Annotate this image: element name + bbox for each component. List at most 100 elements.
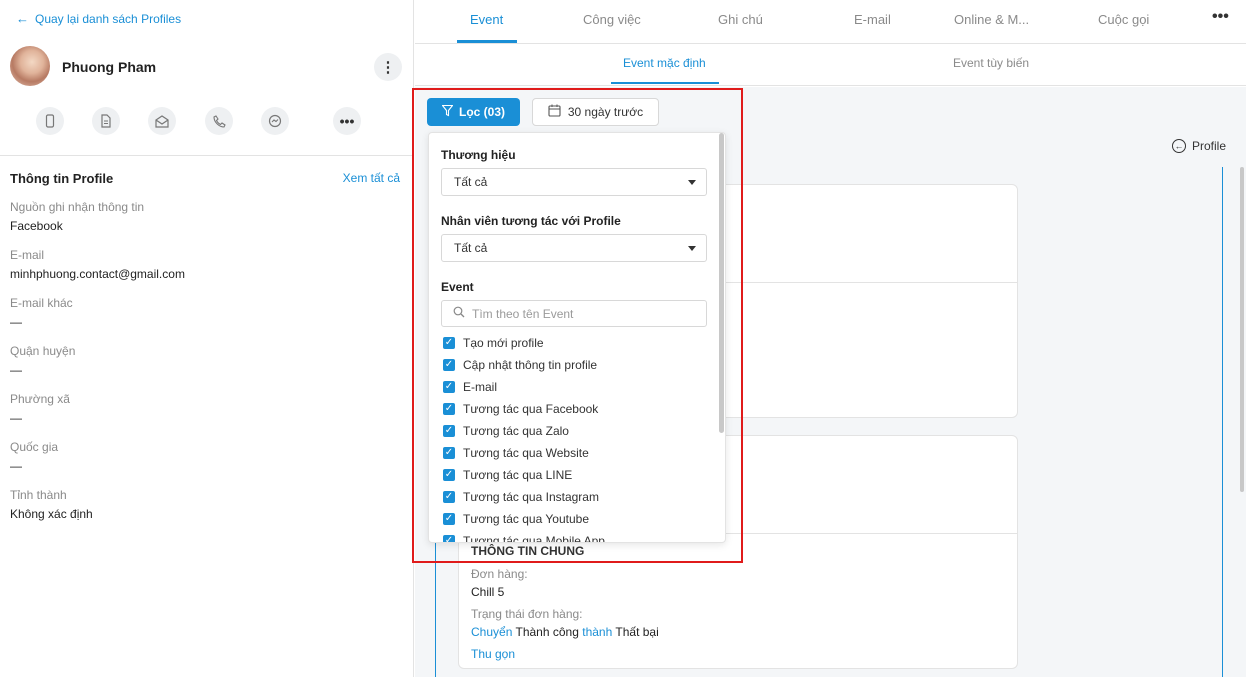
- divider: [0, 155, 414, 156]
- mail-open-icon[interactable]: [148, 107, 176, 135]
- field-source: Nguồn ghi nhận thông tin Facebook: [10, 200, 144, 233]
- field-value: Facebook: [10, 219, 63, 233]
- collapse-link[interactable]: Thu gọn: [471, 647, 515, 661]
- status-part: Thất bại: [615, 625, 659, 639]
- profile-name: Phuong Pham: [62, 59, 157, 75]
- event-option-label: Tương tác qua Youtube: [463, 512, 589, 526]
- checkbox-checked-icon: ✓: [443, 513, 455, 525]
- checkbox-checked-icon: ✓: [443, 381, 455, 393]
- checkbox-checked-icon: ✓: [443, 403, 455, 415]
- field-value: —: [10, 315, 22, 329]
- more-icon[interactable]: •••: [333, 107, 361, 135]
- event-option-label: Tương tác qua Website: [463, 446, 589, 460]
- back-label: Quay lại danh sách Profiles: [35, 11, 182, 26]
- event-search: [441, 300, 707, 327]
- filter-label: Lọc (03): [458, 105, 505, 119]
- event-option-label: Tương tác qua Facebook: [463, 402, 599, 416]
- field-label: Nguồn ghi nhận thông tin: [10, 200, 145, 214]
- event-option-label: Tương tác qua Mobile App: [463, 534, 605, 543]
- checkbox-checked-icon: ✓: [443, 425, 455, 437]
- checkbox-checked-icon: ✓: [443, 535, 455, 542]
- caret-down-icon: [688, 246, 696, 251]
- event-option-label: Tương tác qua LINE: [463, 468, 573, 482]
- scrollbar[interactable]: [1240, 167, 1244, 492]
- staff-select-value: Tất cả: [454, 241, 488, 255]
- tab-notes[interactable]: Ghi chú: [718, 12, 763, 27]
- event-checkbox-item[interactable]: ✓ Tương tác qua Zalo: [443, 423, 569, 439]
- status-value: Chuyển Thành công thành Thất bại: [471, 625, 659, 639]
- field-value: —: [10, 459, 22, 473]
- profile-link[interactable]: ← Profile: [1172, 139, 1226, 153]
- event-label: Event: [441, 280, 474, 294]
- messenger-icon[interactable]: [261, 107, 289, 135]
- staff-label: Nhân viên tương tác với Profile: [441, 214, 621, 228]
- profile-sidebar: ← Quay lại danh sách Profiles Phuong Pha…: [0, 0, 414, 677]
- filter-panel: Thương hiệu Tất cả Nhân viên tương tác v…: [428, 132, 726, 543]
- event-checkbox-item[interactable]: ✓ Tương tác qua LINE: [443, 467, 572, 483]
- brand-select[interactable]: Tất cả: [441, 168, 707, 196]
- date-range-label: 30 ngày trước: [567, 105, 644, 119]
- tab-event[interactable]: Event: [470, 12, 503, 27]
- profile-info-title: Thông tin Profile: [10, 171, 114, 186]
- event-option-label: Tương tác qua Instagram: [463, 490, 599, 504]
- order-value: Chill 5: [471, 585, 505, 599]
- event-checkbox-item[interactable]: ✓ Tương tác qua Website: [443, 445, 589, 461]
- event-checkbox-item[interactable]: ✓ Tạo mới profile: [443, 335, 544, 351]
- field-label: Quốc gia: [10, 440, 59, 454]
- subtab-custom-events[interactable]: Event tùy biến: [953, 56, 1029, 70]
- staff-select[interactable]: Tất cả: [441, 234, 707, 262]
- tab-online[interactable]: Online & M...: [954, 12, 1029, 27]
- main-tabs: Event Công việc Ghi chú E-mail Online & …: [415, 0, 1246, 44]
- filter-panel-scrollbar[interactable]: [719, 133, 724, 433]
- section-title: THÔNG TIN CHUNG: [471, 544, 585, 558]
- event-checkbox-item[interactable]: ✓ E-mail: [443, 379, 497, 395]
- event-option-label: Tạo mới profile: [463, 336, 544, 350]
- subtab-default-events[interactable]: Event mặc định: [623, 56, 706, 70]
- checkbox-checked-icon: ✓: [443, 469, 455, 481]
- caret-down-icon: [688, 180, 696, 185]
- document-icon[interactable]: [92, 107, 120, 135]
- field-ward: Phường xã —: [10, 392, 70, 425]
- date-range-button[interactable]: 30 ngày trước: [532, 98, 659, 126]
- status-label: Trạng thái đơn hàng:: [471, 607, 583, 621]
- event-checkbox-item[interactable]: ✓ Tương tác qua Facebook: [443, 401, 598, 417]
- field-label: Tỉnh thành: [10, 488, 67, 502]
- event-subtabs: Event mặc định Event tùy biến: [415, 44, 1246, 86]
- profile-link-label: Profile: [1192, 139, 1227, 153]
- mobile-icon[interactable]: [36, 107, 64, 135]
- order-label: Đơn hàng:: [471, 567, 528, 581]
- event-checkbox-item[interactable]: ✓ Tương tác qua Mobile App: [443, 533, 605, 543]
- search-icon: [453, 306, 465, 321]
- back-to-profiles-link[interactable]: ← Quay lại danh sách Profiles: [16, 11, 181, 26]
- tabs-more-button[interactable]: •••: [1212, 8, 1229, 26]
- field-value: minhphuong.contact@gmail.com: [10, 267, 185, 281]
- see-all-link[interactable]: Xem tất cả: [343, 171, 400, 185]
- tab-email[interactable]: E-mail: [854, 12, 891, 27]
- tab-tasks[interactable]: Công việc: [583, 12, 641, 27]
- field-label: E-mail: [10, 248, 45, 262]
- status-part: Thành công: [515, 625, 579, 639]
- field-value: —: [10, 411, 22, 425]
- field-other-email: E-mail khác —: [10, 296, 73, 329]
- arrow-left-circle-icon: ←: [1172, 139, 1186, 153]
- event-checkbox-item[interactable]: ✓ Tương tác qua Instagram: [443, 489, 599, 505]
- field-email: E-mail minhphuong.contact@gmail.com: [10, 248, 185, 281]
- tab-calls[interactable]: Cuộc gọi: [1098, 12, 1149, 27]
- calendar-icon: [548, 104, 561, 120]
- field-province: Tỉnh thành Không xác định: [10, 488, 93, 521]
- checkbox-checked-icon: ✓: [443, 447, 455, 459]
- filter-button[interactable]: Lọc (03): [427, 98, 520, 126]
- event-option-label: E-mail: [463, 380, 498, 394]
- event-checkbox-item[interactable]: ✓ Cập nhật thông tin profile: [443, 357, 597, 373]
- event-checkbox-item[interactable]: ✓ Tương tác qua Youtube: [443, 511, 589, 527]
- event-search-input[interactable]: [472, 306, 692, 321]
- field-label: Quận huyện: [10, 344, 76, 358]
- arrow-left-icon: ←: [16, 11, 29, 26]
- field-label: Phường xã: [10, 392, 70, 406]
- profile-menu-button[interactable]: ⋮: [374, 53, 402, 81]
- brand-select-value: Tất cả: [454, 175, 488, 189]
- phone-icon[interactable]: [205, 107, 233, 135]
- status-part: thành: [582, 625, 613, 639]
- profile-timeline-line: [1222, 167, 1223, 677]
- field-value: Không xác định: [10, 507, 93, 521]
